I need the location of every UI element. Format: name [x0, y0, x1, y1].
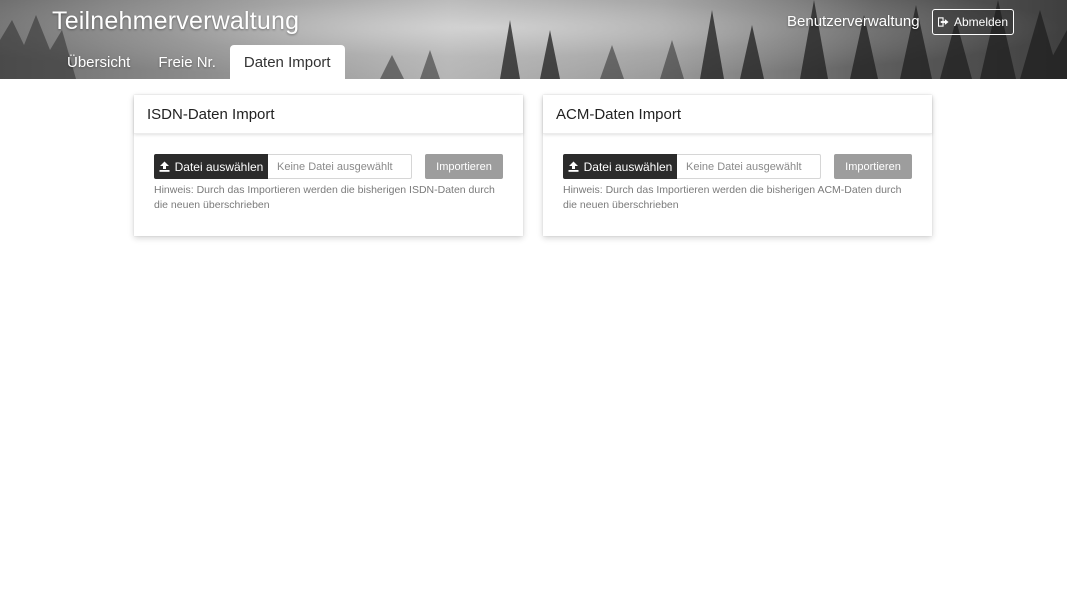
file-name-field[interactable]: Keine Datei ausgewählt — [268, 154, 412, 179]
choose-file-label: Datei auswählen — [583, 159, 673, 174]
choose-file-button[interactable]: Datei auswählen — [563, 154, 677, 179]
import-button[interactable]: Importieren — [425, 154, 503, 179]
file-row: Datei auswählen Keine Datei ausgewählt I… — [563, 154, 912, 179]
hint-text: Hinweis: Durch das Importieren werden di… — [154, 184, 495, 211]
file-name-field[interactable]: Keine Datei ausgewählt — [677, 154, 821, 179]
hint-text: Hinweis: Durch das Importieren werden di… — [563, 184, 902, 211]
choose-file-button[interactable]: Datei auswählen — [154, 154, 268, 179]
choose-file-label: Datei auswählen — [174, 159, 264, 174]
app-title: Teilnehmerverwaltung — [52, 7, 300, 35]
upload-icon — [568, 161, 579, 172]
tab-uebersicht[interactable]: Übersicht — [53, 45, 144, 79]
file-row: Datei auswählen Keine Datei ausgewählt I… — [154, 154, 503, 179]
acm-import-card: ACM-Daten Import Datei auswählen Keine D… — [543, 95, 932, 236]
tab-bar: Übersicht Freie Nr. Daten Import — [53, 45, 345, 79]
tab-freie-nr[interactable]: Freie Nr. — [144, 45, 230, 79]
import-cards: ISDN-Daten Import Datei auswählen Keine … — [134, 95, 932, 236]
card-title: ISDN-Daten Import — [134, 95, 523, 134]
upload-icon — [159, 161, 170, 172]
sign-out-icon — [937, 17, 949, 27]
user-admin-link[interactable]: Benutzerverwaltung — [787, 13, 920, 30]
card-body: Datei auswählen Keine Datei ausgewählt I… — [543, 134, 932, 213]
card-title: ACM-Daten Import — [543, 95, 932, 134]
import-button[interactable]: Importieren — [834, 154, 912, 179]
isdn-import-card: ISDN-Daten Import Datei auswählen Keine … — [134, 95, 523, 236]
logout-button[interactable]: Abmelden — [932, 9, 1014, 35]
tab-daten-import[interactable]: Daten Import — [229, 45, 345, 79]
card-body: Datei auswählen Keine Datei ausgewählt I… — [134, 134, 523, 213]
logout-label: Abmelden — [953, 15, 1009, 29]
header-banner: Teilnehmerverwaltung Benutzerverwaltung … — [0, 0, 1067, 79]
